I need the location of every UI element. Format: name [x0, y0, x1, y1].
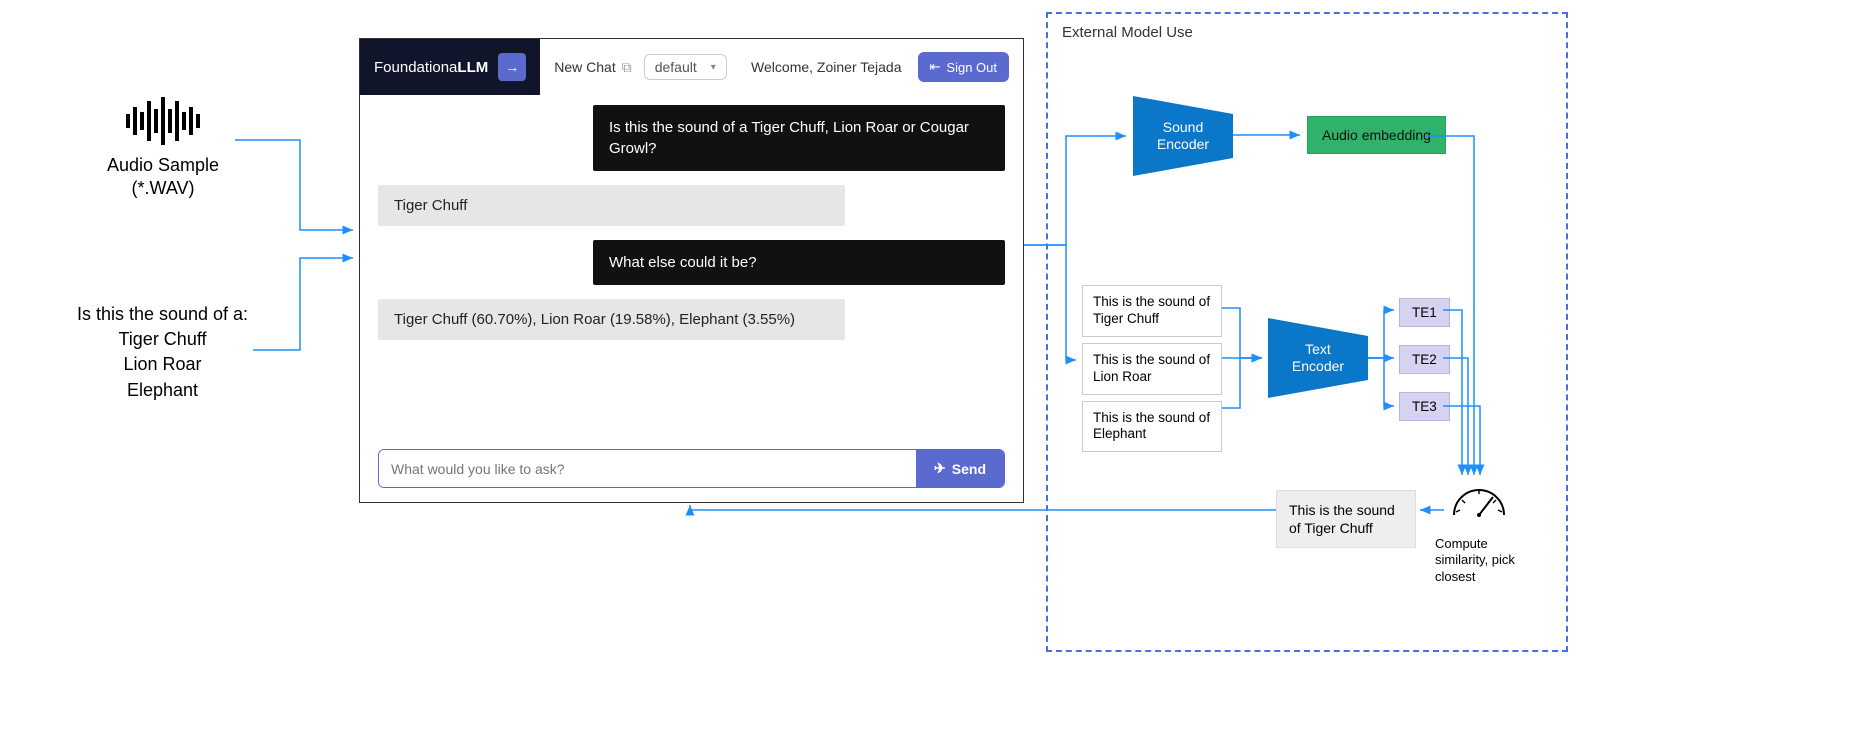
user-message-1: Is this the sound of a Tiger Chuff, Lion… [593, 105, 1005, 171]
signout-label: Sign Out [946, 60, 997, 75]
brand: FoundationaLLM → [360, 39, 540, 95]
audio-sample-block: Audio Sample (*.WAV) [58, 96, 268, 201]
agent-select[interactable]: default ▾ [644, 54, 727, 80]
waveform-icon [58, 96, 268, 146]
audio-embedding-node: Audio embedding [1307, 116, 1446, 154]
select-value: default [655, 59, 697, 75]
brand-suffix: LLM [457, 59, 488, 76]
prompt-intro: Is this the sound of a: [45, 302, 280, 327]
audio-label-2: (*.WAV) [58, 177, 268, 200]
text-options-col: This is the sound of Tiger Chuff This is… [1082, 285, 1222, 452]
external-title: External Model Use [1062, 24, 1552, 41]
text-option-0: This is the sound of Tiger Chuff [1082, 285, 1222, 337]
chat-window: FoundationaLLM → New Chat ⧉ default ▾ We… [359, 38, 1024, 503]
signout-button[interactable]: ⇤ Sign Out [918, 52, 1010, 82]
brand-prefix: Foundationa [374, 59, 457, 76]
new-chat-button[interactable]: New Chat ⧉ [554, 59, 631, 76]
te1: TE1 [1399, 298, 1450, 327]
prompt-opt-1: Lion Roar [45, 352, 280, 377]
prompt-text-block: Is this the sound of a: Tiger Chuff Lion… [45, 302, 280, 403]
send-icon: ✈ [934, 460, 946, 477]
user-message-2: What else could it be? [593, 240, 1005, 285]
text-option-2: This is the sound of Elephant [1082, 401, 1222, 453]
text-embeddings-col: TE1 TE2 TE3 [1399, 298, 1450, 421]
welcome-text: Welcome, Zoiner Tejada [751, 59, 901, 75]
assistant-message-2: Tiger Chuff (60.70%), Lion Roar (19.58%)… [378, 299, 845, 340]
result-box: This is the sound of Tiger Chuff [1276, 490, 1416, 548]
chat-input-row: ✈ Send [378, 449, 1005, 488]
copy-icon[interactable]: ⧉ [622, 59, 632, 76]
similarity-label: Compute similarity, pick closest [1435, 536, 1543, 585]
sound-encoder-label: Sound Encoder [1157, 119, 1209, 153]
text-option-1: This is the sound of Lion Roar [1082, 343, 1222, 395]
text-encoder-node: Text Encoder [1268, 318, 1368, 398]
audio-label-1: Audio Sample [58, 154, 268, 177]
chat-header: FoundationaLLM → New Chat ⧉ default ▾ We… [360, 39, 1023, 95]
text-encoder-label: Text Encoder [1292, 341, 1344, 375]
te2: TE2 [1399, 345, 1450, 374]
send-label: Send [952, 461, 986, 477]
chat-body: Is this the sound of a Tiger Chuff, Lion… [360, 95, 1023, 352]
prompt-opt-0: Tiger Chuff [45, 327, 280, 352]
chevron-down-icon: ▾ [711, 62, 716, 73]
assistant-message-1: Tiger Chuff [378, 185, 845, 226]
chat-input[interactable] [379, 450, 916, 487]
gauge-icon [1444, 480, 1514, 525]
collapse-arrow-button[interactable]: → [498, 53, 526, 81]
signout-icon: ⇤ [930, 59, 941, 75]
prompt-opt-2: Elephant [45, 378, 280, 403]
sound-encoder-node: Sound Encoder [1133, 96, 1233, 176]
header-right: New Chat ⧉ default ▾ Welcome, Zoiner Tej… [540, 52, 1023, 82]
send-button[interactable]: ✈ Send [916, 450, 1004, 487]
new-chat-label: New Chat [554, 59, 615, 75]
te3: TE3 [1399, 392, 1450, 421]
